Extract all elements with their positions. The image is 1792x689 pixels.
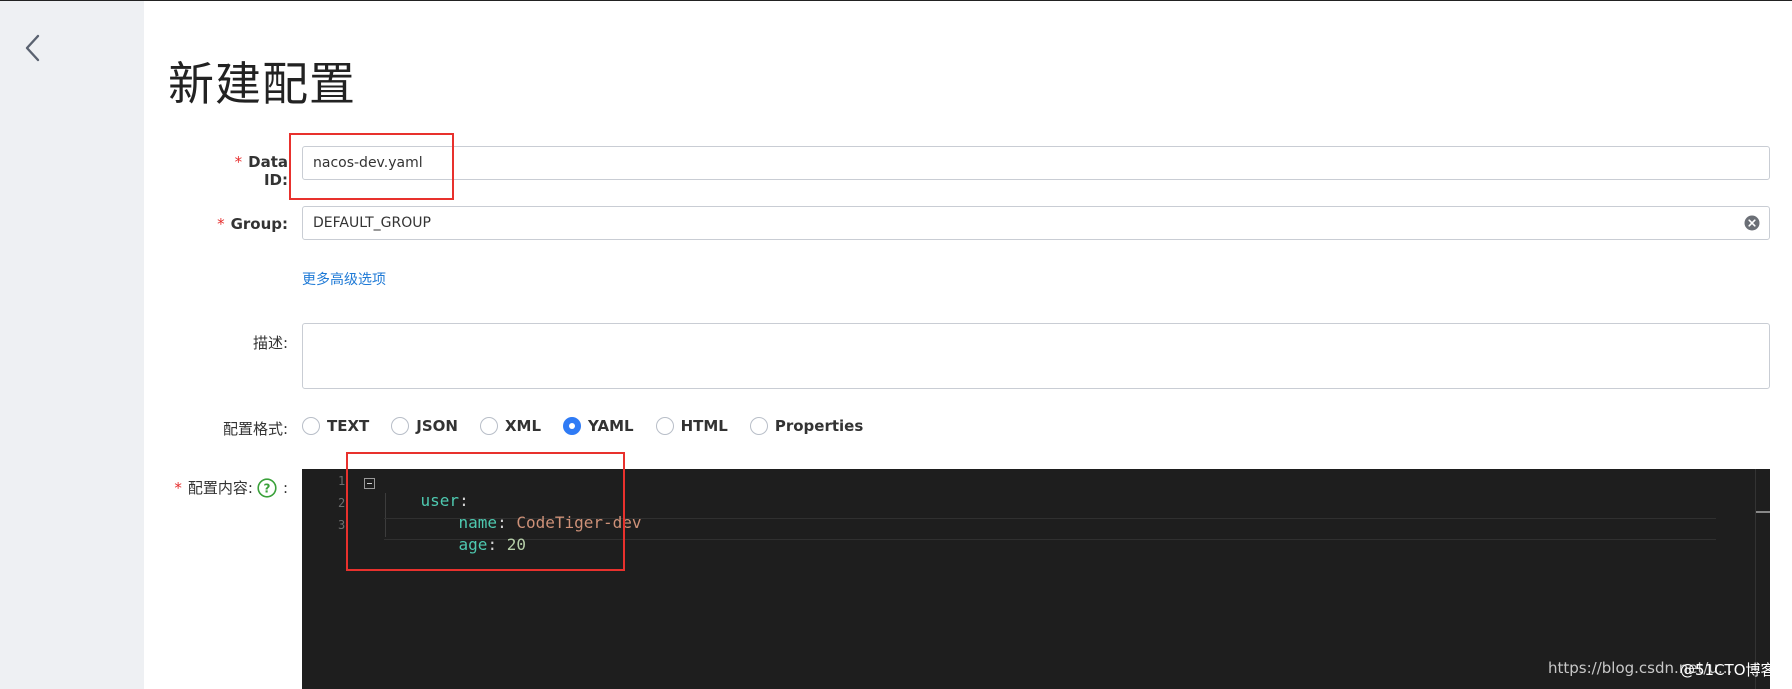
format-radio-xml[interactable]: XML — [479, 417, 542, 435]
format-radio-json[interactable]: JSON — [391, 417, 458, 435]
format-radio-html[interactable]: HTML — [655, 417, 728, 435]
radio-label: Properties — [774, 417, 864, 435]
sidebar — [0, 1, 144, 689]
radio-circle[interactable] — [749, 417, 768, 435]
code-line-3: age: 20 — [458, 535, 526, 554]
radio-circle[interactable] — [391, 417, 410, 435]
format-radio-yaml[interactable]: YAML — [563, 417, 634, 435]
format-radio-group: TEXT JSON XML YAML HTML Properties — [302, 415, 885, 437]
radio-label: JSON — [416, 417, 458, 435]
format-radio-properties[interactable]: Properties — [749, 417, 864, 435]
line-number: 3 — [338, 518, 346, 532]
format-radio-text[interactable]: TEXT — [302, 417, 369, 435]
group-label: * Group: — [217, 215, 288, 233]
clear-circle-icon[interactable] — [1744, 215, 1760, 231]
radio-circle[interactable] — [479, 417, 498, 435]
line-number: 2 — [338, 496, 346, 510]
required-marker: * — [217, 215, 225, 233]
group-input[interactable]: DEFAULT_GROUP — [302, 206, 1770, 240]
svg-text:?: ? — [263, 481, 270, 495]
line-number: 1 — [338, 474, 346, 488]
chevron-left-icon[interactable] — [18, 31, 48, 65]
required-marker: * — [174, 478, 182, 497]
fold-minus-icon[interactable] — [364, 478, 375, 489]
radio-circle[interactable] — [302, 417, 320, 435]
scrollbar-marker — [1756, 511, 1770, 513]
data-id-input[interactable]: nacos-dev.yaml — [302, 146, 1770, 180]
data-id-label: * Data ID: — [234, 153, 288, 189]
radio-label: TEXT — [327, 417, 370, 435]
content-label: * 配置内容: ? : — [164, 477, 288, 498]
page-title: 新建配置 — [168, 57, 356, 111]
group-value: DEFAULT_GROUP — [313, 215, 431, 231]
radio-label: YAML — [588, 417, 634, 435]
code-editor[interactable]: 1 2 3 user: name: CodeTiger-dev age: 20 — [302, 469, 1770, 689]
advanced-options-link[interactable]: 更多高级选项 — [302, 269, 386, 289]
editor-scrollbar[interactable] — [1755, 469, 1756, 689]
radio-label: XML — [504, 417, 542, 435]
question-circle-icon[interactable]: ? — [257, 477, 277, 498]
content-label-text: 配置内容: — [187, 479, 253, 497]
data-id-value: nacos-dev.yaml — [313, 155, 423, 171]
description-textarea[interactable] — [302, 323, 1770, 389]
radio-circle[interactable] — [655, 417, 674, 435]
description-label: 描述: — [252, 334, 288, 352]
top-border — [0, 0, 1792, 1]
watermark-overlay: @51CTO博客 — [1680, 661, 1776, 679]
content-label-colon: : — [282, 478, 288, 497]
required-marker: * — [234, 153, 243, 171]
radio-label: HTML — [680, 417, 728, 435]
format-label: 配置格式: — [222, 420, 288, 438]
editor-gutter: 1 2 3 — [302, 469, 360, 689]
radio-circle[interactable] — [563, 417, 582, 435]
